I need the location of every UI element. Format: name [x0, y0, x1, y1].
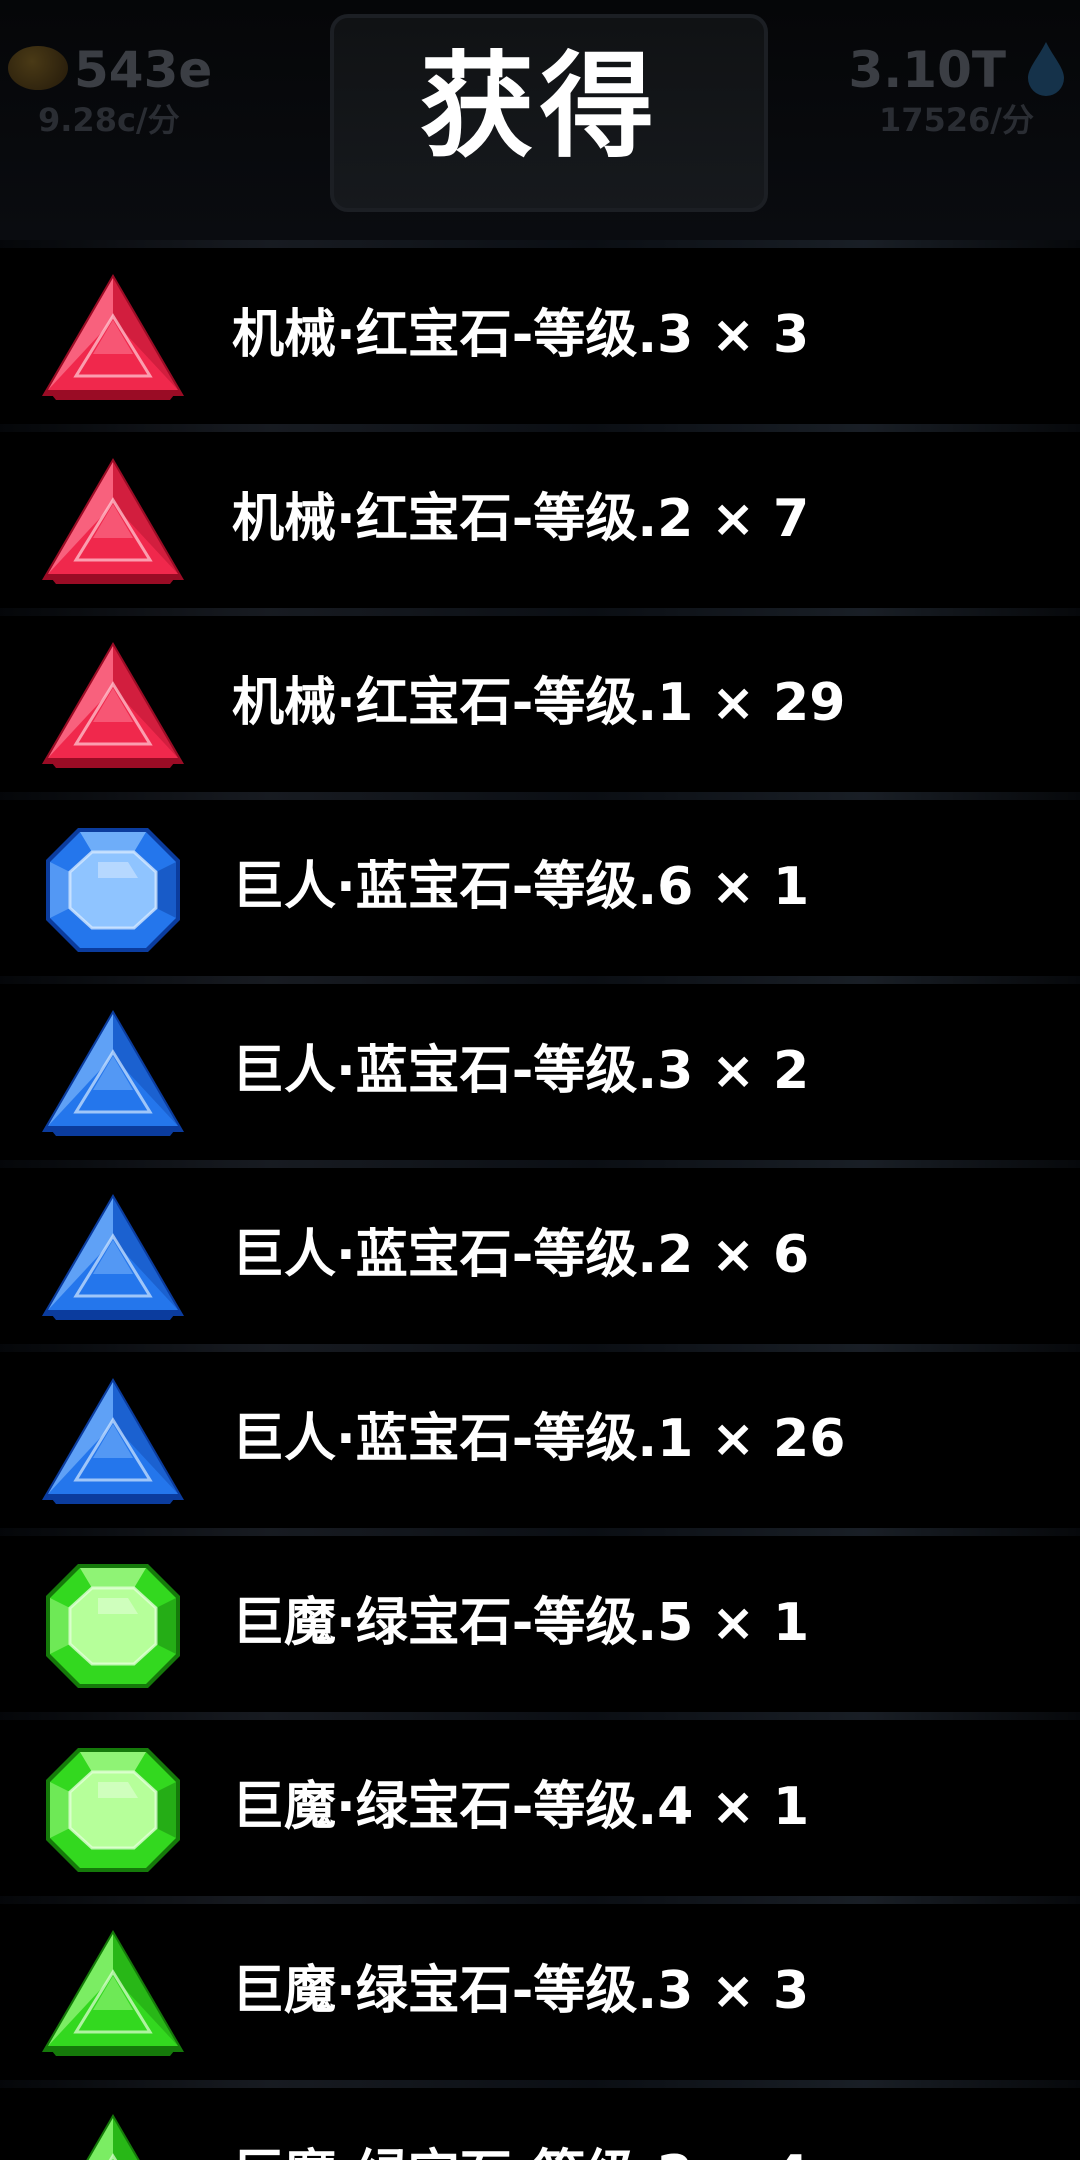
blue-gem-icon: [42, 1010, 184, 1136]
reward-item-label: 巨魔·绿宝石-等级.2 × 4: [232, 2144, 809, 2160]
reward-row: 巨魔·绿宝石-等级.3 × 3: [0, 1896, 1080, 2080]
green-gem-icon: [46, 1564, 180, 1688]
popup-title: 获得: [419, 40, 660, 173]
reward-item-label: 机械·红宝石-等级.1 × 29: [232, 673, 846, 733]
red-gem-icon: [42, 458, 184, 584]
reward-row: 巨人·蓝宝石-等级.2 × 6: [0, 1160, 1080, 1344]
reward-item-label: 巨人·蓝宝石-等级.3 × 2: [232, 1041, 810, 1101]
reward-row: 巨人·蓝宝石-等级.3 × 2: [0, 976, 1080, 1160]
reward-row: 机械·红宝石-等级.1 × 29: [0, 608, 1080, 792]
reward-item-label: 巨人·蓝宝石-等级.2 × 6: [232, 1225, 810, 1285]
top-hud: 543e 9.28c/分 3.10T 17526/分 获得: [0, 0, 1080, 240]
reward-item-label: 机械·红宝石-等级.3 × 3: [232, 305, 810, 365]
reward-row: 巨人·蓝宝石-等级.1 × 26: [0, 1344, 1080, 1528]
reward-row: 巨魔·绿宝石-等级.2 × 4: [0, 2080, 1080, 2160]
reward-item-label: 巨魔·绿宝石-等级.5 × 1: [232, 1593, 810, 1653]
red-gem-icon: [42, 642, 184, 768]
reward-row: 机械·红宝石-等级.2 × 7: [0, 424, 1080, 608]
reward-item-label: 巨人·蓝宝石-等级.6 × 1: [232, 857, 810, 917]
reward-item-label: 巨魔·绿宝石-等级.3 × 3: [232, 1961, 810, 2021]
reward-row: 巨魔·绿宝石-等级.4 × 1: [0, 1712, 1080, 1896]
green-gem-icon: [42, 1930, 184, 2056]
blue-gem-icon: [42, 1378, 184, 1504]
red-gem-icon: [42, 274, 184, 400]
reward-row: 机械·红宝石-等级.3 × 3: [0, 240, 1080, 424]
reward-screen: 543e 9.28c/分 3.10T 17526/分 获得 机械·红宝石-等级.…: [0, 0, 1080, 2160]
reward-item-label: 巨人·蓝宝石-等级.1 × 26: [232, 1409, 846, 1469]
reward-list[interactable]: 机械·红宝石-等级.3 × 3 机械·红宝石-等级.2 × 7 机械·红宝石-等…: [0, 240, 1080, 2160]
blue-gem-icon: [46, 828, 180, 952]
reward-item-label: 机械·红宝石-等级.2 × 7: [232, 489, 810, 549]
green-gem-icon: [46, 1748, 180, 1872]
reward-row: 巨人·蓝宝石-等级.6 × 1: [0, 792, 1080, 976]
blue-gem-icon: [42, 1194, 184, 1320]
green-gem-icon: [86, 2114, 140, 2160]
reward-row: 巨魔·绿宝石-等级.5 × 1: [0, 1528, 1080, 1712]
reward-item-label: 巨魔·绿宝石-等级.4 × 1: [232, 1777, 810, 1837]
